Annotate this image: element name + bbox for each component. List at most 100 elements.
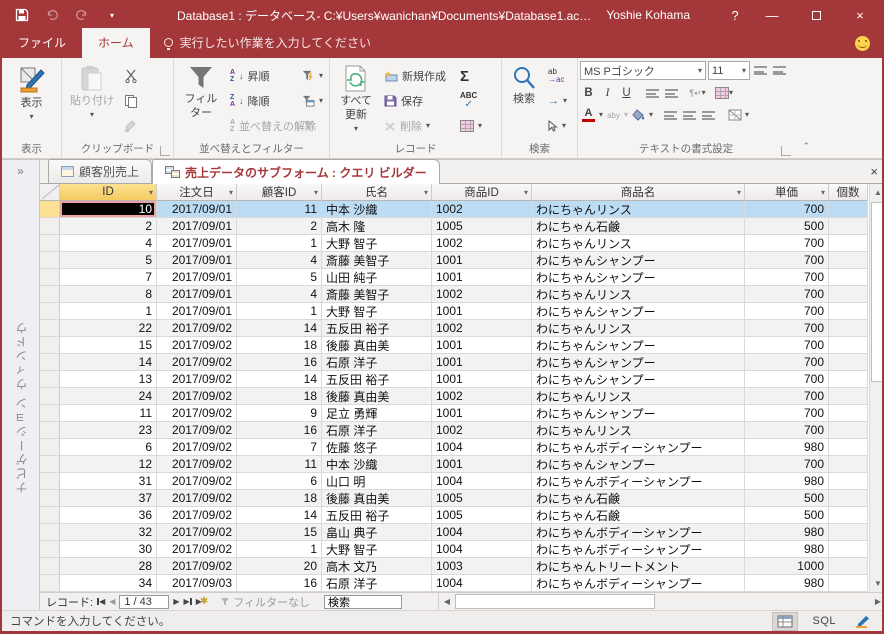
cell[interactable]: 1002 [432, 320, 532, 337]
indent-increase-icon[interactable] [644, 84, 661, 102]
column-header-商品ID[interactable]: 商品ID ▾ [432, 184, 532, 201]
cell[interactable]: 980 [745, 439, 829, 456]
record-selector[interactable] [40, 439, 60, 456]
cell[interactable]: 大野 智子 [322, 541, 432, 558]
cell[interactable]: 高木 文乃 [322, 558, 432, 575]
cell[interactable]: わにちゃん石鹸 [532, 507, 745, 524]
cell[interactable]: 980 [745, 524, 829, 541]
cell[interactable]: 2017/09/01 [157, 252, 237, 269]
close-button[interactable]: × [838, 0, 882, 30]
cell[interactable]: 高木 隆 [322, 218, 432, 235]
cell[interactable]: 1 [60, 303, 157, 320]
cell[interactable]: 1 [237, 235, 322, 252]
cell[interactable]: 11 [237, 456, 322, 473]
cell[interactable]: 2017/09/02 [157, 320, 237, 337]
cell[interactable]: わにちゃんリンス [532, 201, 745, 218]
cell[interactable]: 後藤 真由美 [322, 388, 432, 405]
record-selector[interactable] [40, 524, 60, 541]
cell[interactable]: 13 [60, 371, 157, 388]
cell[interactable]: 37 [60, 490, 157, 507]
cell[interactable]: 中本 沙織 [322, 201, 432, 218]
cell[interactable]: 700 [745, 422, 829, 439]
cell[interactable]: 2017/09/02 [157, 388, 237, 405]
cell[interactable]: 5 [237, 269, 322, 286]
cell[interactable]: 700 [745, 371, 829, 388]
record-selector[interactable] [40, 456, 60, 473]
bold-button[interactable]: B [580, 84, 597, 102]
cell[interactable]: わにちゃんリンス [532, 235, 745, 252]
record-selector[interactable] [40, 303, 60, 320]
column-header-単価[interactable]: 単価 ▾ [745, 184, 829, 201]
close-document-icon[interactable]: × [870, 164, 878, 179]
record-selector[interactable] [40, 252, 60, 269]
cell[interactable]: 4 [60, 235, 157, 252]
cell[interactable]: 1004 [432, 575, 532, 592]
cell[interactable]: 2017/09/01 [157, 218, 237, 235]
tab-query-builder[interactable]: 売上データのサブフォーム : クエリ ビルダー [152, 159, 440, 184]
cell[interactable]: わにちゃん石鹸 [532, 218, 745, 235]
cell[interactable]: 1 [237, 541, 322, 558]
cell[interactable]: 28 [60, 558, 157, 575]
cell[interactable]: 7 [237, 439, 322, 456]
cell[interactable]: 後藤 真由美 [322, 337, 432, 354]
first-record-button[interactable]: ◀ [97, 597, 105, 606]
cell[interactable]: 2017/09/02 [157, 524, 237, 541]
save-icon[interactable] [14, 7, 30, 23]
scroll-right-icon[interactable]: ▶ [870, 593, 882, 610]
cell[interactable]: 16 [237, 354, 322, 371]
cell[interactable] [829, 320, 868, 337]
vertical-scrollbar[interactable]: ▲ ▼ [869, 184, 882, 592]
align-center-icon[interactable] [681, 106, 698, 124]
cell[interactable]: わにちゃんボディーシャンプー [532, 439, 745, 456]
format-painter-icon[interactable] [120, 115, 142, 137]
cell[interactable]: わにちゃんリンス [532, 388, 745, 405]
cell[interactable]: 5 [60, 252, 157, 269]
cell[interactable]: 斎藤 美智子 [322, 252, 432, 269]
cell[interactable]: 畠山 典子 [322, 524, 432, 541]
cell[interactable]: 2017/09/02 [157, 456, 237, 473]
record-selector[interactable] [40, 473, 60, 490]
cell[interactable]: 6 [60, 439, 157, 456]
cell[interactable]: 6 [237, 473, 322, 490]
record-selector[interactable] [40, 422, 60, 439]
cell[interactable]: 2017/09/02 [157, 507, 237, 524]
previous-record-button[interactable]: ◀ [109, 597, 115, 606]
column-header-顧客ID[interactable]: 顧客ID ▾ [237, 184, 322, 201]
cell[interactable]: わにちゃんリンス [532, 286, 745, 303]
last-record-button[interactable]: ▶ [184, 597, 192, 606]
design-view-button[interactable] [850, 612, 876, 631]
cell[interactable]: 1 [237, 303, 322, 320]
cell[interactable]: 2017/09/02 [157, 490, 237, 507]
cell[interactable]: 2 [60, 218, 157, 235]
filter-advanced-icon[interactable]: ▾ [298, 90, 327, 112]
column-dropdown-icon[interactable]: ▾ [737, 188, 741, 197]
refresh-all-button[interactable]: すべて 更新 ▾ [332, 61, 380, 139]
find-button[interactable]: 検索 [504, 61, 544, 139]
cell[interactable]: わにちゃんリンス [532, 320, 745, 337]
cell[interactable]: 1002 [432, 235, 532, 252]
undo-icon[interactable] [44, 7, 60, 23]
cell[interactable]: 700 [745, 303, 829, 320]
minimize-button[interactable]: — [750, 0, 794, 30]
font-size-combo[interactable]: 11 ▾ [708, 61, 750, 80]
column-dropdown-icon[interactable]: ▾ [821, 188, 825, 197]
view-button[interactable]: 表示 ▾ [4, 61, 59, 139]
cell[interactable]: 1005 [432, 218, 532, 235]
cell[interactable]: 500 [745, 218, 829, 235]
cell[interactable]: 22 [60, 320, 157, 337]
cell[interactable]: 2017/09/02 [157, 439, 237, 456]
cell[interactable]: 14 [237, 320, 322, 337]
record-selector[interactable] [40, 320, 60, 337]
tell-me-box[interactable]: 実行したい作業を入力してください [163, 34, 371, 58]
cell[interactable]: 1001 [432, 269, 532, 286]
cell[interactable]: 斎藤 美智子 [322, 286, 432, 303]
cell[interactable]: 700 [745, 405, 829, 422]
cell[interactable]: 700 [745, 269, 829, 286]
cell[interactable]: 11 [237, 201, 322, 218]
cell[interactable]: 1001 [432, 252, 532, 269]
scroll-down-icon[interactable]: ▼ [870, 575, 882, 592]
replace-icon[interactable]: ab →ac [544, 65, 571, 87]
alternate-row-color-icon[interactable] [726, 106, 743, 124]
cell[interactable]: 11 [60, 405, 157, 422]
cell[interactable]: 34 [60, 575, 157, 592]
